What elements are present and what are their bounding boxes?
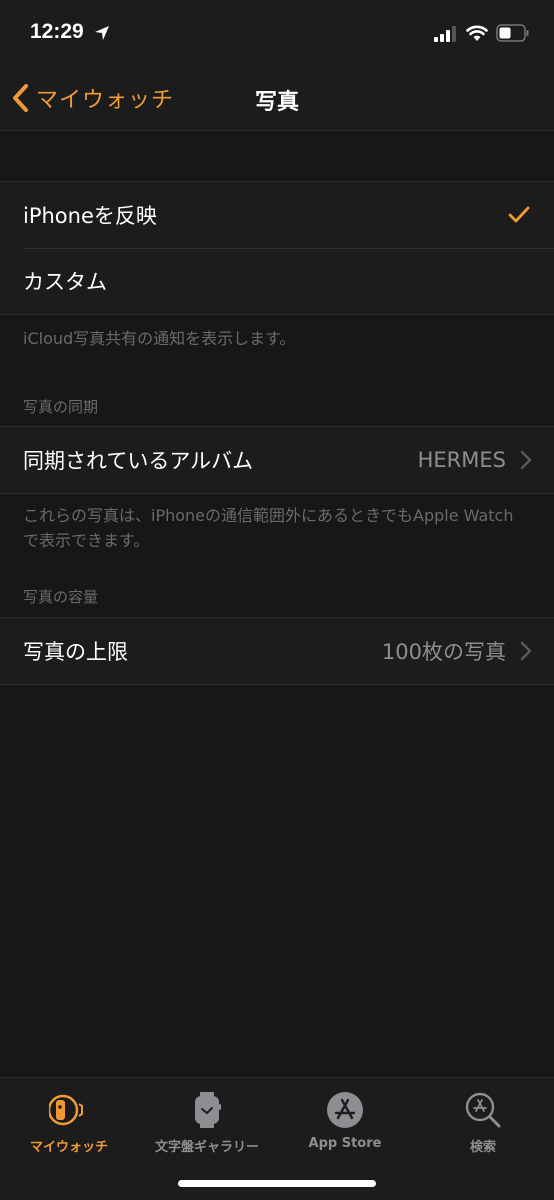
- option-mirror-iphone[interactable]: iPhoneを反映: [0, 182, 554, 248]
- chevron-right-icon: [520, 641, 532, 661]
- cellular-signal-icon: [434, 26, 456, 42]
- chevron-right-icon: [520, 450, 532, 470]
- status-bar: 12:29: [0, 0, 554, 70]
- synced-album-row[interactable]: 同期されているアルバム HERMES: [0, 427, 554, 493]
- mirror-options-group: iPhoneを反映 カスタム: [0, 181, 554, 315]
- watch-face-icon: [195, 1092, 221, 1128]
- row-label: 写真の上限: [23, 640, 128, 664]
- row-value: HERMES: [417, 448, 506, 472]
- tab-label: App Store: [308, 1136, 382, 1151]
- screen: 12:29 マイウォッチ 写真 iPhoneを反映 カスタム iCloud写真共…: [0, 0, 554, 1200]
- tab-face-gallery[interactable]: 文字盤ギャラリー: [138, 1078, 276, 1158]
- watch-icon: [49, 1094, 83, 1126]
- battery-icon: [496, 24, 529, 42]
- option-label: iPhoneを反映: [23, 204, 157, 228]
- checkmark-icon: [508, 206, 530, 223]
- status-time: 12:29: [30, 20, 84, 43]
- app-store-icon: [327, 1092, 363, 1128]
- capacity-group: 写真の上限 100枚の写真: [0, 617, 554, 685]
- wifi-icon: [466, 25, 488, 41]
- photo-limit-row[interactable]: 写真の上限 100枚の写真: [0, 618, 554, 684]
- section-header-capacity: 写真の容量: [23, 588, 99, 606]
- tab-search[interactable]: 検索: [414, 1078, 552, 1158]
- tab-label: マイウォッチ: [29, 1140, 108, 1155]
- sync-group: 同期されているアルバム HERMES: [0, 426, 554, 494]
- mirror-footer-text: iCloud写真共有の通知を表示します。: [23, 329, 296, 348]
- nav-bar: マイウォッチ 写真: [0, 70, 554, 131]
- tab-my-watch[interactable]: マイウォッチ: [0, 1078, 138, 1158]
- search-icon: [465, 1092, 501, 1128]
- tab-label: 文字盤ギャラリー: [154, 1140, 259, 1155]
- page-title: 写真: [254, 90, 299, 115]
- tab-label: 検索: [469, 1140, 496, 1155]
- row-value: 100枚の写真: [381, 640, 506, 664]
- section-header-sync: 写真の同期: [23, 398, 99, 416]
- tab-app-store[interactable]: App Store: [276, 1078, 414, 1158]
- location-arrow-icon: [95, 26, 109, 40]
- option-label: カスタム: [23, 270, 107, 294]
- sync-footer-text: これらの写真は、iPhoneの通信範囲外にあるときでもApple Watchで表…: [23, 506, 514, 550]
- home-indicator[interactable]: [178, 1180, 376, 1187]
- option-custom[interactable]: カスタム: [0, 248, 554, 314]
- row-label: 同期されているアルバム: [23, 449, 254, 473]
